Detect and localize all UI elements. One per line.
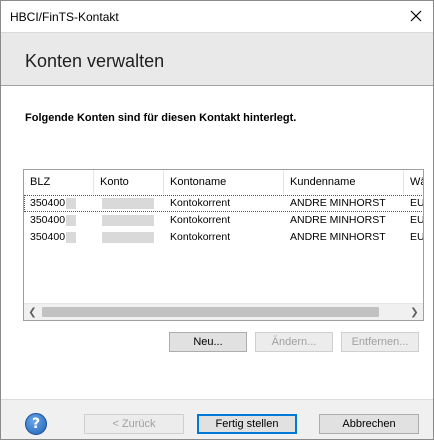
- cell-blz: 350400: [30, 197, 66, 209]
- back-button[interactable]: < Zurück: [84, 414, 184, 434]
- table-row[interactable]: 350400 Kontokorrent ANDRE MINHORST EU: [24, 212, 424, 229]
- redacted-account-number: [102, 232, 154, 243]
- window-title: HBCI/FinTS-Kontakt: [10, 10, 119, 24]
- cancel-button[interactable]: Abbrechen: [319, 414, 419, 434]
- cell-kundenname: ANDRE MINHORST: [290, 231, 386, 243]
- horizontal-scrollbar[interactable]: ❮ ❯: [24, 303, 423, 320]
- cell-blz: 350400: [30, 231, 66, 243]
- info-text: Folgende Konten sind für diesen Kontakt …: [25, 112, 297, 124]
- cell-kontoname: Kontokorrent: [170, 231, 231, 243]
- table-row[interactable]: 350400 Kontokorrent ANDRE MINHORST EU: [24, 229, 424, 246]
- accounts-list[interactable]: BLZ Konto Kontoname Kundenname Wä 350400…: [23, 169, 424, 321]
- page-title: Konten verwalten: [25, 51, 165, 71]
- column-header-kundenname[interactable]: Kundenname: [284, 170, 404, 194]
- redacted-account-number: [102, 215, 154, 226]
- edit-account-button[interactable]: Ändern...: [255, 332, 333, 352]
- cell-waehrung: EU: [410, 231, 424, 243]
- dialog-window: HBCI/FinTS-Kontakt Konten verwalten Folg…: [0, 0, 434, 440]
- list-header: BLZ Konto Kontoname Kundenname Wä: [24, 170, 423, 194]
- redacted-digits: [66, 215, 76, 226]
- new-account-button[interactable]: Neu...: [169, 332, 247, 352]
- cell-kontoname: Kontokorrent: [170, 197, 231, 209]
- scrollbar-thumb[interactable]: [42, 307, 379, 317]
- cell-kundenname: ANDRE MINHORST: [290, 214, 386, 226]
- cell-waehrung: EU: [410, 214, 424, 226]
- redacted-digits: [66, 198, 76, 209]
- remove-account-button[interactable]: Entfernen...: [341, 332, 419, 352]
- table-row[interactable]: 350400 Kontokorrent ANDRE MINHORST EU: [24, 195, 424, 212]
- cell-kontoname: Kontokorrent: [170, 214, 231, 226]
- cell-kundenname: ANDRE MINHORST: [290, 197, 386, 209]
- redacted-digits: [66, 232, 76, 243]
- cell-waehrung: EU: [410, 197, 424, 209]
- title-bar: HBCI/FinTS-Kontakt: [1, 1, 433, 32]
- wizard-header: Konten verwalten: [1, 32, 433, 86]
- redacted-account-number: [102, 198, 154, 209]
- column-header-blz[interactable]: BLZ: [24, 170, 94, 194]
- cell-blz: 350400: [30, 214, 66, 226]
- close-icon[interactable]: [407, 7, 425, 25]
- chevron-right-icon[interactable]: ❯: [406, 304, 423, 320]
- column-header-waehrung[interactable]: Wä: [404, 170, 423, 194]
- help-icon[interactable]: ?: [25, 413, 47, 435]
- chevron-left-icon[interactable]: ❮: [24, 304, 41, 320]
- finish-button[interactable]: Fertig stellen: [197, 414, 297, 434]
- column-header-konto[interactable]: Konto: [94, 170, 164, 194]
- column-header-kontoname[interactable]: Kontoname: [164, 170, 284, 194]
